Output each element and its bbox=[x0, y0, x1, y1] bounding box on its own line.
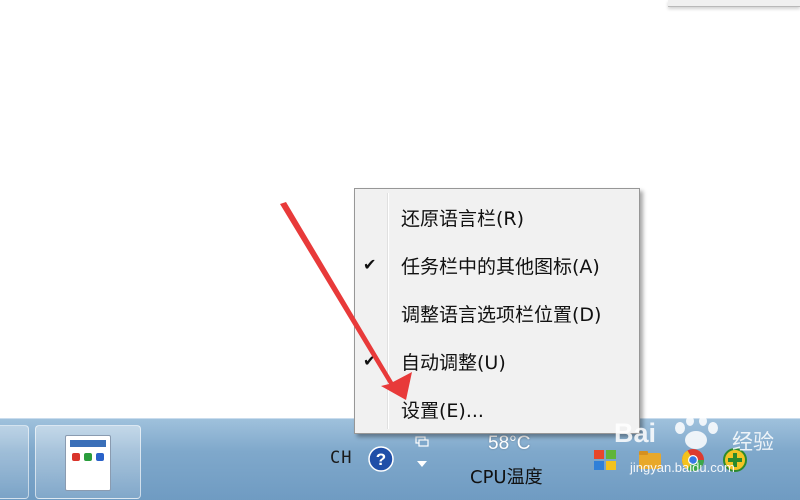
menu-item-other-taskbar-icons[interactable]: ✔ 任务栏中的其他图标(A) bbox=[357, 241, 635, 287]
menu-item-adjust-bar-position[interactable]: 调整语言选项栏位置(D) bbox=[357, 289, 635, 335]
menu-item-label: 调整语言选项栏位置(D) bbox=[401, 304, 602, 326]
application-icon bbox=[65, 435, 111, 491]
language-bar-options-icon[interactable] bbox=[412, 435, 432, 475]
watermark-brand: Bai bbox=[614, 418, 657, 448]
taskbar-button-partial[interactable] bbox=[0, 425, 29, 499]
paw-icon bbox=[675, 416, 718, 449]
cpu-temperature-label[interactable]: CPU温度 bbox=[470, 463, 543, 489]
language-indicator[interactable]: CH bbox=[330, 448, 352, 468]
taskbar-app-button[interactable] bbox=[35, 425, 141, 499]
language-bar-context-menu: 还原语言栏(R) ✔ 任务栏中的其他图标(A) 调整语言选项栏位置(D) ✔ 自… bbox=[354, 188, 640, 434]
menu-item-label: 设置(E)... bbox=[401, 400, 484, 422]
menu-item-auto-adjust[interactable]: ✔ 自动调整(U) bbox=[357, 337, 635, 383]
checkmark-icon: ✔ bbox=[363, 255, 377, 274]
watermark-url: jingyan.baidu.com bbox=[630, 460, 735, 475]
menu-item-restore-language-bar[interactable]: 还原语言栏(R) bbox=[357, 193, 635, 239]
cpu-temperature-value: 58°C bbox=[488, 433, 531, 454]
baidu-jingyan-watermark: Bai 经验 jingyan.baidu.com bbox=[608, 412, 798, 498]
help-icon[interactable]: ? bbox=[368, 446, 394, 472]
menu-item-label: 还原语言栏(R) bbox=[401, 208, 525, 230]
window-edge bbox=[668, 0, 800, 7]
screen: CH ? 58°C CPU温度 还原语言栏(R) ✔ 任务栏中的其他图标(A) … bbox=[0, 0, 800, 500]
menu-item-label: 任务栏中的其他图标(A) bbox=[401, 256, 600, 278]
menu-item-label: 自动调整(U) bbox=[401, 352, 506, 374]
watermark-sub: 经验 bbox=[732, 430, 774, 454]
checkmark-icon: ✔ bbox=[363, 351, 377, 370]
menu-item-settings[interactable]: 设置(E)... bbox=[357, 385, 635, 431]
svg-text:?: ? bbox=[376, 450, 386, 469]
